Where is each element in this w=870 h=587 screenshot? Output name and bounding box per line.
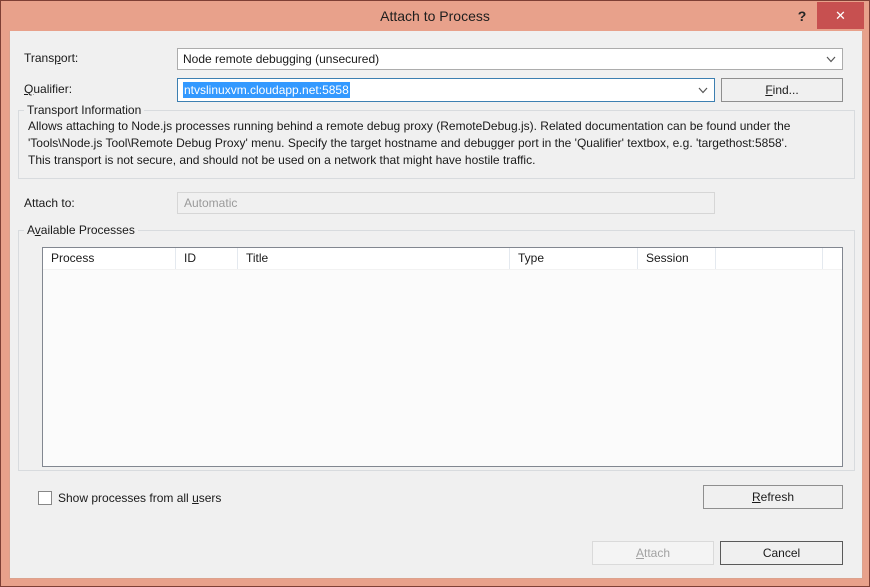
qualifier-input[interactable]: ntvslinuxvm.cloudapp.net:5858: [177, 78, 715, 102]
help-icon[interactable]: ?: [793, 7, 811, 25]
find-button[interactable]: Find...: [721, 78, 843, 102]
column-header-id[interactable]: ID: [176, 248, 238, 269]
dialog-client-area: Transport: Node remote debugging (unsecu…: [9, 31, 863, 579]
transport-dropdown-value: Node remote debugging (unsecured): [183, 52, 380, 66]
info-line: This transport is not secure, and should…: [28, 153, 536, 167]
info-line: Allows attaching to Node.js processes ru…: [28, 119, 791, 133]
process-table-body[interactable]: [43, 270, 842, 466]
transport-dropdown[interactable]: Node remote debugging (unsecured): [177, 48, 843, 70]
qualifier-label: Qualifier:: [24, 82, 73, 96]
column-header-filler: [823, 248, 842, 269]
titlebar[interactable]: Attach to Process ? ✕: [1, 1, 869, 31]
column-header-type[interactable]: Type: [510, 248, 638, 269]
attach-to-field: Automatic: [177, 192, 715, 214]
show-all-users-label: Show processes from all users: [58, 491, 222, 505]
dialog-title: Attach to Process: [380, 8, 490, 24]
available-processes-legend: Available Processes: [27, 223, 135, 237]
column-header-title[interactable]: Title: [238, 248, 510, 269]
column-header-process[interactable]: Process: [43, 248, 176, 269]
column-header-session[interactable]: Session: [638, 248, 716, 269]
transport-label: Transport:: [24, 51, 79, 65]
cancel-button[interactable]: Cancel: [720, 541, 843, 565]
chevron-down-icon: [826, 56, 836, 63]
close-icon[interactable]: ✕: [817, 2, 864, 29]
qualifier-selected-text: ntvslinuxvm.cloudapp.net:5858: [183, 82, 350, 98]
transport-information-group: Transport Information Allows attaching t…: [18, 103, 855, 179]
process-table-header: Process ID Title Type Session: [43, 248, 842, 270]
transport-information-text: Allows attaching to Node.js processes ru…: [19, 117, 854, 170]
refresh-button[interactable]: Refresh: [703, 485, 843, 509]
attach-to-process-dialog: Attach to Process ? ✕ Transport: Node re…: [0, 0, 870, 587]
info-line: 'Tools\Node.js Tool\Remote Debug Proxy' …: [28, 136, 788, 150]
show-all-users-checkbox[interactable]: [38, 491, 52, 505]
chevron-down-icon: [698, 87, 708, 94]
attach-button[interactable]: Attach: [592, 541, 714, 565]
attach-to-label: Attach to:: [24, 196, 75, 210]
process-table: Process ID Title Type Session: [42, 247, 843, 467]
column-header-empty[interactable]: [716, 248, 823, 269]
transport-information-legend: Transport Information: [27, 103, 142, 117]
